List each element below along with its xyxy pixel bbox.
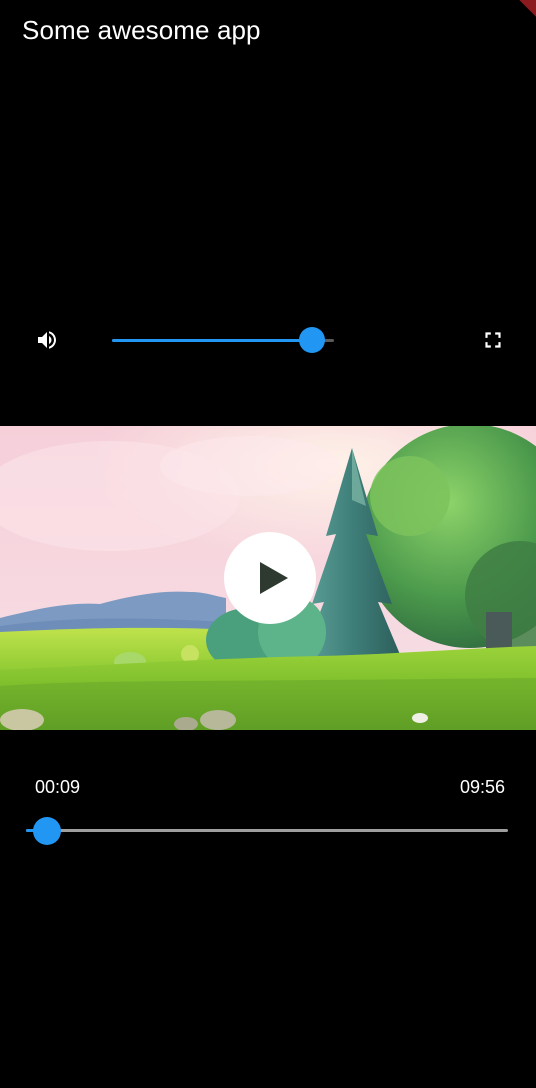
volume-controls xyxy=(0,318,536,362)
volume-slider[interactable] xyxy=(112,326,334,354)
video-frame[interactable] xyxy=(0,426,536,730)
app-title: Some awesome app xyxy=(22,15,261,45)
current-time-label: 00:09 xyxy=(35,777,81,797)
playback-progress-slider[interactable] xyxy=(26,815,508,845)
play-button[interactable] xyxy=(224,532,316,624)
progress-thumb[interactable] xyxy=(33,817,61,845)
volume-slider-thumb[interactable] xyxy=(299,327,325,353)
volume-slider-fill xyxy=(112,339,312,342)
volume-up-icon[interactable] xyxy=(34,328,60,352)
play-icon xyxy=(260,562,288,594)
progress-track xyxy=(26,829,508,832)
fullscreen-icon[interactable] xyxy=(480,327,506,353)
total-time-label: 09:56 xyxy=(459,777,505,797)
debug-banner xyxy=(506,0,536,30)
